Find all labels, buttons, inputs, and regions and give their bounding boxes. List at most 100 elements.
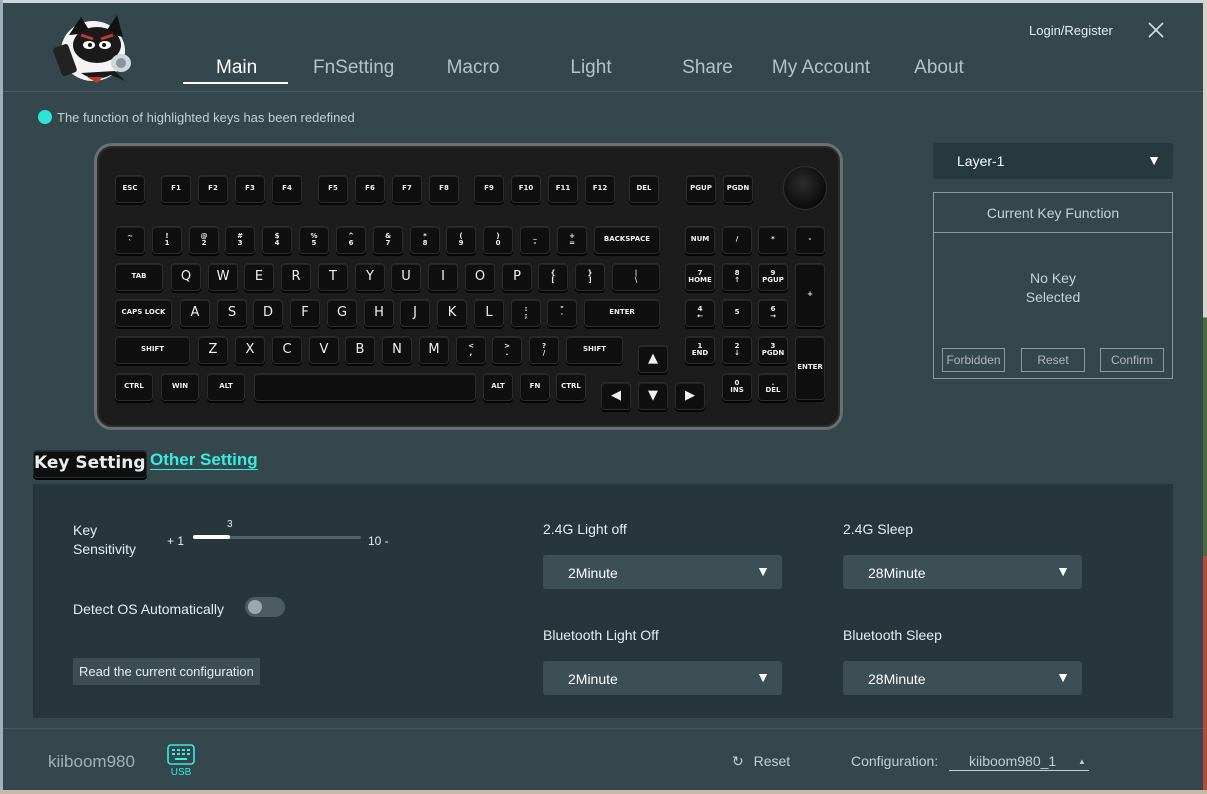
key-f11[interactable]: F11 (548, 175, 578, 203)
key-x[interactable]: X (235, 336, 265, 364)
key-h[interactable]: H (364, 299, 394, 327)
key-d[interactable]: D (253, 299, 283, 327)
key-j[interactable]: J (400, 299, 430, 327)
key-del[interactable]: DEL (629, 175, 659, 203)
key-f10[interactable]: F10 (511, 175, 541, 203)
detect-os-toggle[interactable] (245, 597, 285, 617)
tab-key-setting[interactable]: Key Setting (33, 450, 147, 478)
key-8-[interactable]: 8 ↑ (722, 263, 752, 291)
key--5[interactable]: % 5 (299, 226, 329, 254)
key-5[interactable]: 5 (722, 299, 752, 327)
key--[interactable]: - (795, 226, 825, 254)
key-ctrl[interactable]: CTRL (556, 373, 586, 401)
key-w[interactable]: W (208, 263, 238, 291)
close-icon[interactable] (1145, 19, 1167, 41)
login-register-link[interactable]: Login/Register (1029, 23, 1113, 38)
key-f7[interactable]: F7 (392, 175, 422, 203)
key-symbol[interactable]: ◀ (601, 382, 631, 410)
key-p[interactable]: P (502, 263, 532, 291)
tab-fnsetting[interactable]: FnSetting (313, 57, 394, 85)
key-s[interactable]: S (217, 299, 247, 327)
key-u[interactable]: U (391, 263, 421, 291)
key--[interactable]: + = (557, 226, 587, 254)
tab-macro[interactable]: Macro (443, 57, 503, 85)
key-backspace[interactable]: BACKSPACE (594, 226, 660, 254)
key--[interactable]: : ; (511, 299, 541, 327)
key-y[interactable]: Y (355, 263, 385, 291)
footer-reset-button[interactable]: ↻ Reset (732, 753, 790, 770)
key--2[interactable]: @ 2 (189, 226, 219, 254)
key-pgup[interactable]: PGUP (686, 175, 716, 203)
key-o[interactable]: O (465, 263, 495, 291)
key--[interactable]: > . (492, 336, 522, 364)
confirm-button[interactable]: Confirm (1100, 348, 1164, 372)
key-9-pgup[interactable]: 9 PGUP (758, 263, 788, 291)
key-6-[interactable]: 6 → (758, 299, 788, 327)
key-symbol[interactable]: / (722, 226, 752, 254)
tab-light[interactable]: Light (566, 57, 616, 85)
key-alt[interactable]: ALT (483, 373, 513, 401)
key-pgdn[interactable]: PGDN (723, 175, 753, 203)
key--8[interactable]: * 8 (410, 226, 440, 254)
bt-sleep-dropdown[interactable]: 28Minute ▼ (843, 661, 1082, 695)
usb-connection-button[interactable]: USB (166, 743, 196, 783)
key-f3[interactable]: F3 (235, 175, 265, 203)
key-3-pgdn[interactable]: 3 PGDN (758, 336, 788, 364)
key-capslock[interactable]: CAPS LOCK (115, 299, 172, 327)
key-ctrl[interactable]: CTRL (115, 373, 153, 401)
key-alt[interactable]: ALT (207, 373, 245, 401)
tab-share[interactable]: Share (680, 57, 735, 85)
key--1[interactable]: ! 1 (152, 226, 182, 254)
rotary-knob[interactable] (783, 166, 827, 210)
key-t[interactable]: T (318, 263, 348, 291)
key--7[interactable]: & 7 (373, 226, 403, 254)
key-b[interactable]: B (345, 336, 375, 364)
key-symbol[interactable]: * (758, 226, 788, 254)
key-symbol[interactable]: ▼ (638, 382, 668, 410)
key-symbol[interactable]: + (795, 263, 825, 327)
key--3[interactable]: # 3 (225, 226, 255, 254)
key-4-[interactable]: 4 ← (685, 299, 715, 327)
tab-about[interactable]: About (911, 57, 967, 85)
key-shift[interactable]: SHIFT (566, 336, 623, 364)
key-7-home[interactable]: 7 HOME (685, 263, 715, 291)
key-v[interactable]: V (309, 336, 339, 364)
key--[interactable]: ? / (529, 336, 559, 364)
key-g[interactable]: G (327, 299, 357, 327)
key--[interactable]: ~ ` (115, 226, 145, 254)
key--del[interactable]: . DEL (758, 373, 788, 401)
key-i[interactable]: I (428, 263, 458, 291)
layer-dropdown[interactable]: Layer-1 ▼ (933, 143, 1173, 179)
reset-key-button[interactable]: Reset (1021, 348, 1085, 372)
key--4[interactable]: $ 4 (262, 226, 292, 254)
key--9[interactable]: ( 9 (446, 226, 476, 254)
key-f2[interactable]: F2 (198, 175, 228, 203)
read-config-button[interactable]: Read the current configuration (73, 658, 260, 685)
key-symbol[interactable]: ▶ (675, 382, 705, 410)
tab-my-account[interactable]: My Account (769, 57, 873, 85)
key--0[interactable]: ) 0 (483, 226, 513, 254)
key-f5[interactable]: F5 (318, 175, 348, 203)
key--[interactable]: } ] (575, 263, 605, 291)
light-off-24g-dropdown[interactable]: 2Minute ▼ (543, 555, 782, 589)
key-f1[interactable]: F1 (161, 175, 191, 203)
sleep-24g-dropdown[interactable]: 28Minute ▼ (843, 555, 1082, 589)
key-m[interactable]: M (419, 336, 449, 364)
key-q[interactable]: Q (171, 263, 201, 291)
key-r[interactable]: R (281, 263, 311, 291)
key-n[interactable]: N (382, 336, 412, 364)
key--[interactable]: { [ (538, 263, 568, 291)
key-z[interactable]: Z (198, 336, 228, 364)
configuration-select[interactable]: kiiboom980_1 (949, 753, 1089, 771)
sensitivity-slider-fill[interactable] (193, 535, 230, 539)
key-fn[interactable]: FN (520, 373, 550, 401)
key-f9[interactable]: F9 (474, 175, 504, 203)
key-num[interactable]: NUM (685, 226, 715, 254)
key-esc[interactable]: ESC (115, 175, 145, 203)
tab-main[interactable]: Main (216, 57, 257, 85)
key-c[interactable]: C (272, 336, 302, 364)
key-f8[interactable]: F8 (429, 175, 459, 203)
key-2-[interactable]: 2 ↓ (722, 336, 752, 364)
forbidden-button[interactable]: Forbidden (942, 348, 1005, 372)
key--[interactable]: | \ (612, 263, 660, 291)
